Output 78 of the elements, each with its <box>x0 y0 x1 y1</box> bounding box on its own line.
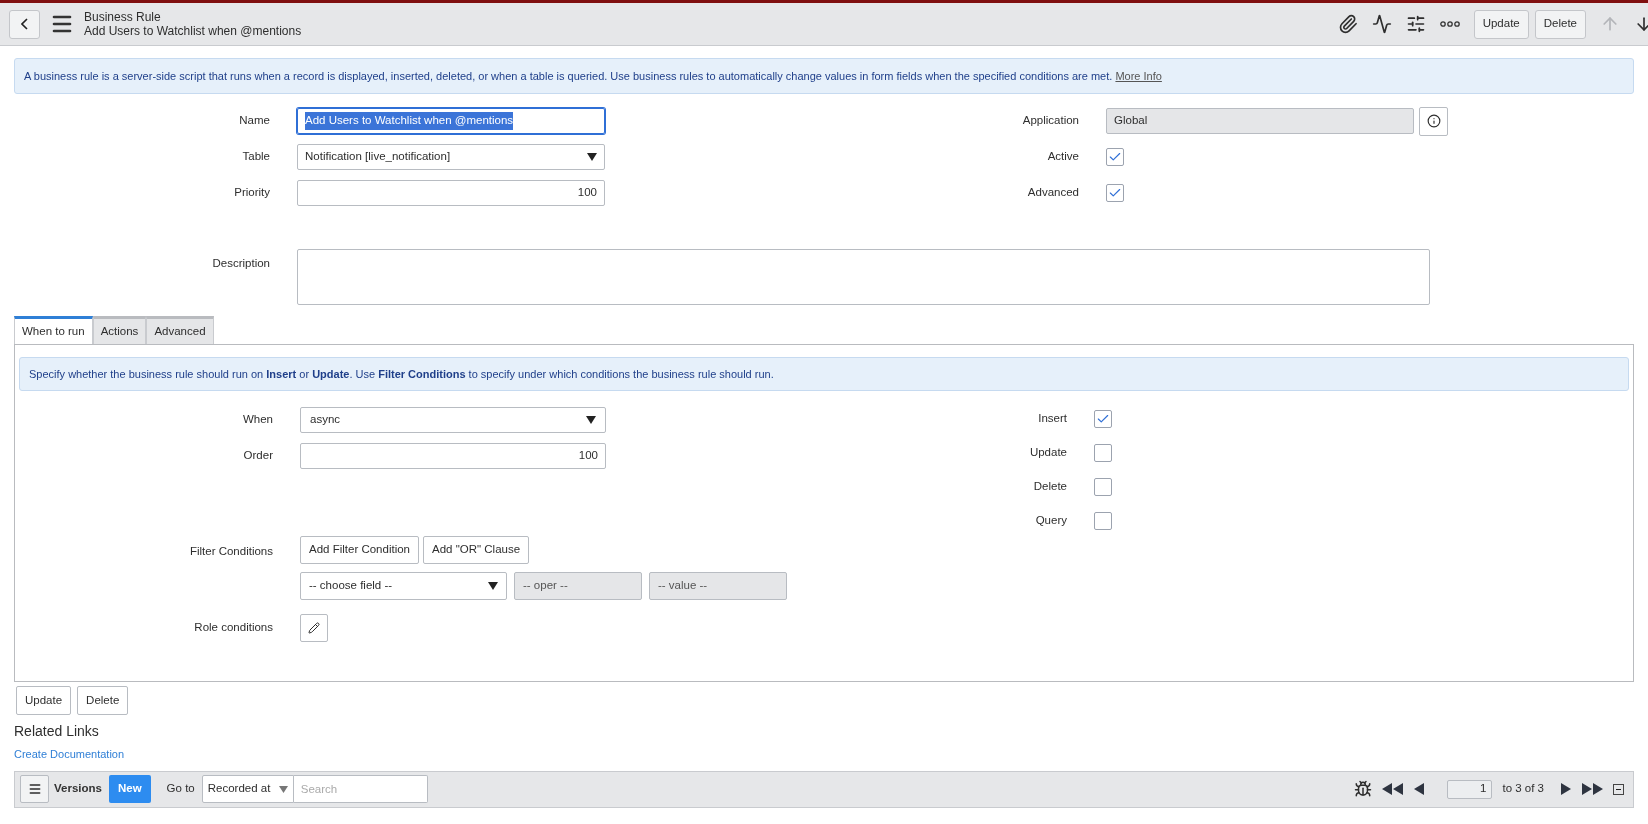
first-page-icon[interactable] <box>1382 783 1405 795</box>
bug-icon[interactable] <box>1354 780 1373 798</box>
info-text: A business rule is a server-side script that runs when a record is displayed, inserted, deleted, or when a table is queried. Use business rules to automatically change values in form fields when the specified conditions are met. More Info <box>24 68 1162 84</box>
info-button[interactable] <box>1419 106 1448 136</box>
record-name: Add Users to Watchlist when @mentions <box>84 24 302 38</box>
checkbox-label: Query <box>1034 513 1068 529</box>
edit-button[interactable] <box>300 614 328 642</box>
when-select[interactable]: async <box>300 407 606 433</box>
previous-page-icon[interactable] <box>1414 783 1426 795</box>
order-field[interactable]: 100 <box>300 443 606 469</box>
info-icon <box>1426 114 1441 128</box>
filter-button[interactable]: Add Filter Condition <box>300 536 419 564</box>
checkbox[interactable] <box>1106 184 1124 202</box>
checkbox[interactable] <box>1094 512 1112 530</box>
tab[interactable]: Advanced <box>146 316 214 344</box>
header-button[interactable]: Update <box>1473 9 1529 39</box>
settings-icon[interactable] <box>1405 14 1426 34</box>
field-label: Description <box>211 256 271 271</box>
pencil-icon <box>308 622 320 634</box>
next-page-icon[interactable] <box>1560 783 1571 795</box>
field-label: Application <box>1021 113 1080 129</box>
header-button[interactable]: Delete <box>1534 9 1586 39</box>
field-label: Order <box>242 448 274 464</box>
check-icon <box>1108 150 1122 164</box>
checkbox-label: Insert <box>1037 411 1068 427</box>
name-field[interactable]: Add Users to Watchlist when @mentions <box>297 108 605 134</box>
form-button[interactable]: Update <box>16 686 72 715</box>
search-field[interactable]: Search <box>293 775 428 803</box>
field-label: Active <box>1046 149 1080 165</box>
more-info-link[interactable]: More Info <box>1115 69 1162 82</box>
field-label: When <box>241 412 274 428</box>
back-icon <box>21 18 28 30</box>
filter-button[interactable]: Add "OR" Clause <box>423 536 530 564</box>
last-page-icon[interactable] <box>1581 783 1603 795</box>
collapse-icon[interactable] <box>1613 783 1624 795</box>
check-icon <box>1096 412 1110 426</box>
back-button[interactable] <box>9 9 40 39</box>
table-select[interactable]: Notification [live_notification] <box>297 144 605 170</box>
caret-icon <box>278 785 288 793</box>
tab-info-text: Specify whether the business rule should run on Insert or Update. Use Filter Conditions to specify under which conditions the business rule should run. <box>29 366 774 382</box>
description-field[interactable] <box>297 249 1430 305</box>
tab[interactable]: When to run <box>14 316 93 344</box>
application-field: Global <box>1106 108 1414 134</box>
tab[interactable]: Actions <box>92 316 147 344</box>
field-label: Name <box>238 113 271 129</box>
caret-icon <box>586 416 596 424</box>
activity-icon[interactable] <box>1371 14 1392 34</box>
caret-icon <box>488 582 498 590</box>
page-count: to 3 of 3 <box>1502 781 1544 797</box>
go-to-label: Go to <box>166 781 195 797</box>
field-label: Advanced <box>1026 185 1080 201</box>
priority-field[interactable]: 100 <box>297 180 605 206</box>
related-link[interactable]: Create Documentation <box>14 746 1634 763</box>
checkbox[interactable] <box>1094 478 1112 496</box>
field-label: Priority <box>233 185 271 201</box>
page-number-field[interactable]: 1 <box>1447 779 1493 799</box>
list-menu-button[interactable] <box>20 775 49 803</box>
check-icon <box>1108 186 1122 200</box>
field-label: Filter Conditions <box>188 544 274 559</box>
related-links-title: Related Links <box>14 722 100 741</box>
choose-field-select[interactable]: -- choose field -- <box>300 572 507 600</box>
operator-field: -- oper -- <box>514 572 642 600</box>
more-icon[interactable] <box>1439 21 1460 27</box>
checkbox[interactable] <box>1094 410 1112 428</box>
value-field: -- value -- <box>649 572 787 600</box>
checkbox-label: Update <box>1028 445 1068 461</box>
caret-icon <box>587 153 597 161</box>
attachment-icon[interactable] <box>1337 14 1358 34</box>
record-type-title: Business Rule <box>84 10 162 24</box>
field-label: Table <box>241 149 271 165</box>
checkbox[interactable] <box>1094 444 1112 462</box>
checkbox-label: Delete <box>1032 479 1068 495</box>
menu-icon <box>27 782 42 796</box>
column-select[interactable]: Recorded at <box>201 775 294 803</box>
form-button[interactable]: Delete <box>77 686 129 715</box>
checkbox[interactable] <box>1106 148 1124 166</box>
versions-title: Versions <box>54 781 102 797</box>
field-label: Role conditions <box>193 620 274 636</box>
